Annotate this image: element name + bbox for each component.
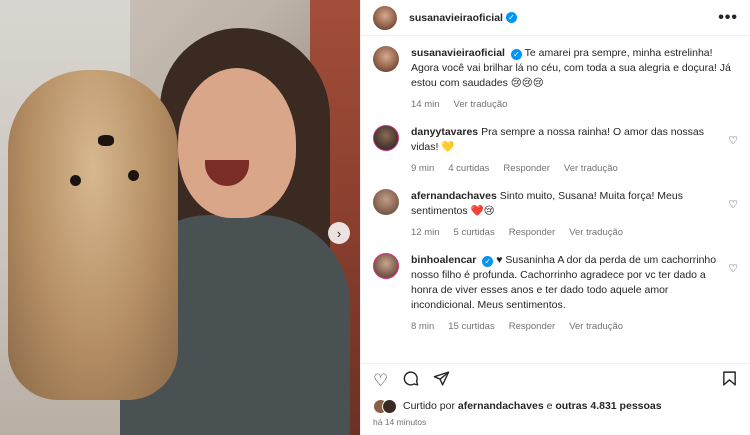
instagram-post: › susanavieiraoficial ✓ ••• susanavieira… [0, 0, 750, 435]
comment-likes-link[interactable]: 4 curtidas [448, 161, 489, 176]
photo-dog [8, 70, 178, 400]
bookmark-icon[interactable] [721, 370, 738, 392]
liker-avatars[interactable] [373, 398, 397, 414]
avatar[interactable] [373, 253, 399, 279]
verified-badge-icon: ✓ [482, 256, 494, 267]
comment-meta: 12 min 5 curtidas Responder Ver tradução [411, 225, 731, 240]
caption-username[interactable]: susanavieiraoficial [411, 47, 505, 59]
photo-dog-nose [98, 135, 114, 146]
like-comment-heart-icon[interactable]: ♡ [728, 262, 738, 275]
translate-link[interactable]: Ver tradução [564, 161, 618, 176]
comment-username[interactable]: afernandachaves [411, 190, 497, 202]
reply-button[interactable]: Responder [503, 161, 549, 176]
comment-meta: 8 min 15 curtidas Responder Ver tradução [411, 319, 731, 334]
photo-woman-face [178, 68, 296, 218]
likes-user[interactable]: afernandachaves [458, 400, 544, 412]
comment-text-block: danyytavares Pra sempre a nossa rainha! … [411, 125, 731, 155]
comment-content: danyytavares Pra sempre a nossa rainha! … [411, 125, 731, 176]
caption: susanavieiraoficial ✓ Te amarei pra semp… [373, 46, 738, 112]
comment-time: 8 min [411, 321, 435, 332]
avatar[interactable] [373, 5, 397, 30]
translate-link[interactable]: Ver tradução [569, 319, 623, 334]
like-comment-heart-icon[interactable]: ♡ [728, 134, 738, 147]
post-timestamp[interactable]: há 14 minutos [361, 415, 750, 435]
next-photo-button[interactable]: › [328, 222, 350, 244]
comment-item: binhoalencar ✓ ♥ Susaninha A dor da perd… [373, 253, 738, 334]
avatar [382, 398, 397, 414]
comment-username[interactable]: binhoalencar [411, 254, 476, 266]
comments-list: susanavieiraoficial ✓ Te amarei pra semp… [361, 36, 750, 363]
photo-dog-eye [128, 170, 139, 181]
comment-time: 12 min [411, 227, 440, 238]
comment-likes-link[interactable]: 15 curtidas [448, 319, 494, 334]
caption-text-block: susanavieiraoficial ✓ Te amarei pra semp… [411, 46, 731, 91]
caption-content: susanavieiraoficial ✓ Te amarei pra semp… [411, 46, 731, 112]
caption-meta: 14 min Ver tradução [411, 97, 731, 112]
comment-likes-link[interactable]: 5 curtidas [454, 225, 495, 240]
comment-content: binhoalencar ✓ ♥ Susaninha A dor da perd… [411, 253, 731, 334]
likes-others[interactable]: outras 4.831 pessoas [555, 400, 661, 412]
post-side-panel: susanavieiraoficial ✓ ••• susanavieiraof… [360, 0, 750, 435]
post-header: susanavieiraoficial ✓ ••• [361, 0, 750, 36]
caption-time: 14 min [411, 99, 440, 110]
chevron-right-icon: › [336, 225, 342, 241]
comment-text-block: afernandachaves Sinto muito, Susana! Mui… [411, 189, 731, 219]
likes-middle: e [546, 400, 553, 412]
avatar[interactable] [373, 189, 399, 215]
translate-link[interactable]: Ver tradução [569, 225, 623, 240]
post-action-bar: ♡ [361, 363, 750, 397]
avatar[interactable] [373, 125, 399, 151]
photo-dog-eye [70, 175, 81, 186]
verified-badge-icon: ✓ [505, 12, 517, 23]
reply-button[interactable]: Responder [509, 319, 555, 334]
verified-badge-icon: ✓ [510, 49, 522, 60]
comment-item: danyytavares Pra sempre a nossa rainha! … [373, 125, 738, 176]
comment-content: afernandachaves Sinto muito, Susana! Mui… [411, 189, 731, 240]
reply-button[interactable]: Responder [509, 225, 555, 240]
comment-icon[interactable] [402, 370, 419, 392]
comment-username[interactable]: danyytavares [411, 126, 478, 138]
post-photo[interactable]: › [0, 0, 360, 435]
comment-item: afernandachaves Sinto muito, Susana! Mui… [373, 189, 738, 240]
header-username[interactable]: susanavieiraoficial [409, 12, 503, 24]
heart-icon[interactable]: ♡ [373, 371, 388, 391]
like-comment-heart-icon[interactable]: ♡ [728, 198, 738, 211]
avatar[interactable] [373, 46, 399, 72]
comment-time: 9 min [411, 163, 435, 174]
translate-link[interactable]: Ver tradução [454, 97, 508, 112]
share-icon[interactable] [433, 370, 450, 392]
likes-summary: Curtido por afernandachaves e outras 4.8… [361, 397, 750, 415]
more-options-icon[interactable]: ••• [718, 9, 738, 27]
likes-prefix: Curtido por [403, 400, 455, 412]
comment-text-block: binhoalencar ✓ ♥ Susaninha A dor da perd… [411, 253, 731, 313]
comment-meta: 9 min 4 curtidas Responder Ver tradução [411, 161, 731, 176]
